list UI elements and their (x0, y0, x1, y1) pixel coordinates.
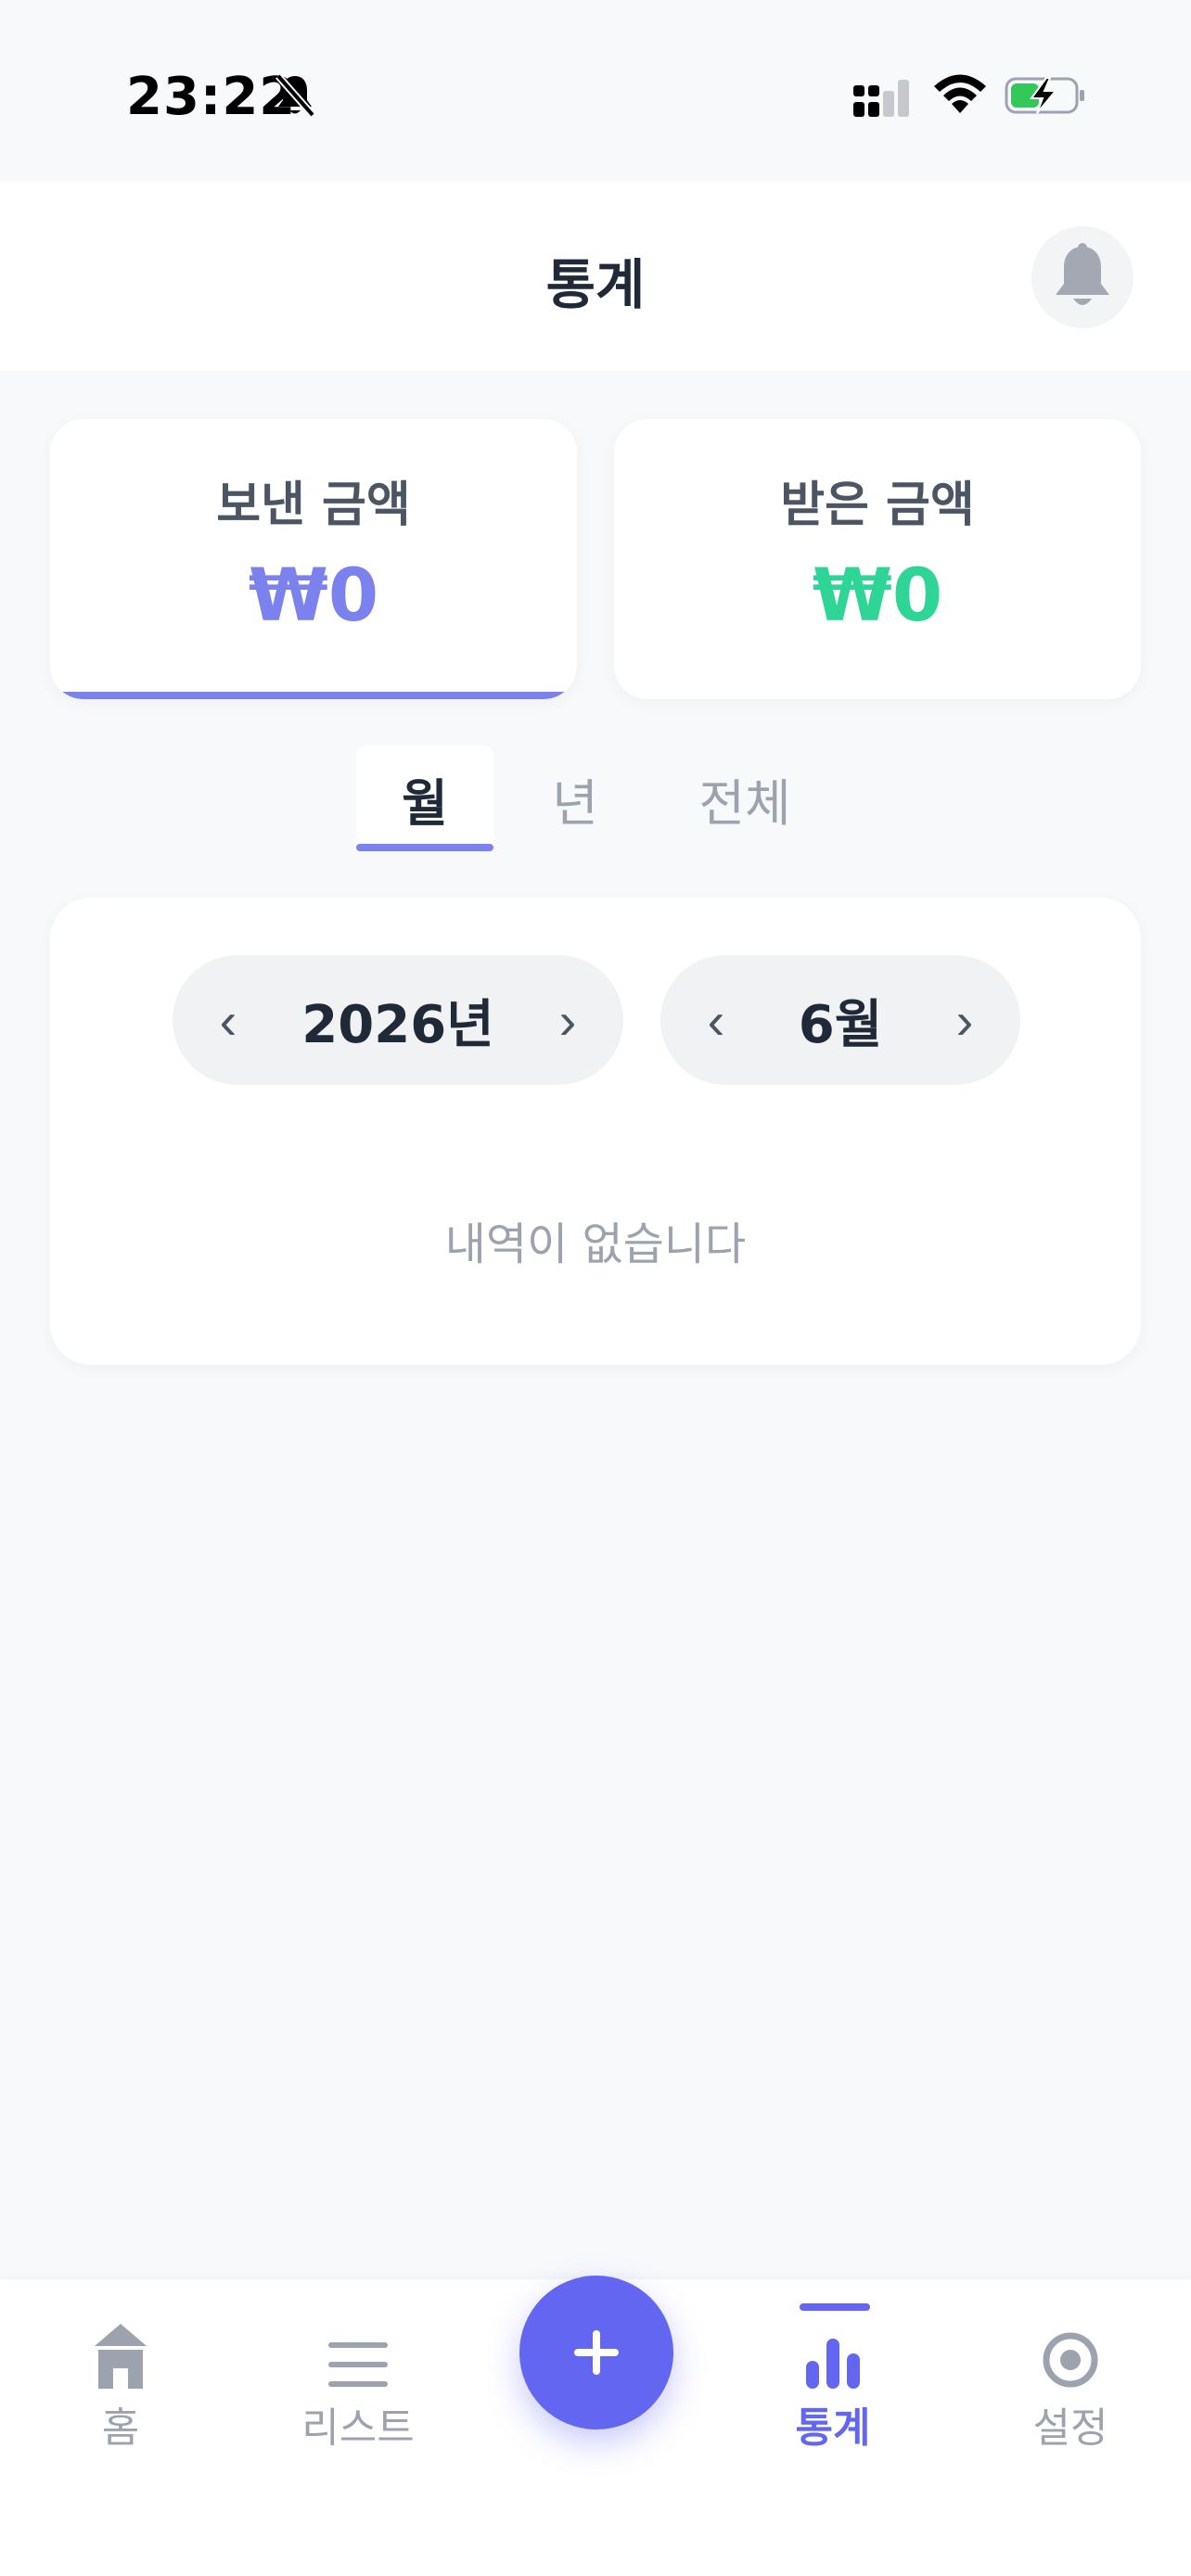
notification-button[interactable] (1031, 226, 1133, 328)
nav-item-home[interactable]: 홈 (28, 2318, 213, 2476)
sent-amount-value: ₩0 (248, 555, 379, 638)
nav-item-list[interactable]: 리스트 (265, 2318, 451, 2476)
bar-chart-icon (802, 2318, 864, 2389)
page-title: 통계 (545, 253, 646, 316)
bell-slash-icon (275, 73, 315, 118)
tab-all[interactable]: 전체 (657, 746, 833, 851)
settings-icon (1040, 2318, 1101, 2389)
bell-icon (1056, 243, 1109, 305)
add-button[interactable] (519, 2276, 673, 2429)
battery-charging-icon (1005, 77, 1084, 114)
sent-amount-card[interactable]: 보낸 금액 ₩0 (50, 419, 577, 699)
list-icon (327, 2318, 389, 2389)
nav-label-home: 홈 (101, 2404, 140, 2452)
sent-amount-label: 보낸 금액 (216, 478, 411, 533)
nav-item-stats[interactable]: 통계 (740, 2318, 926, 2476)
received-amount-card[interactable]: 받은 금액 ₩0 (614, 419, 1141, 699)
nav-active-indicator (800, 2303, 870, 2311)
received-amount-value: ₩0 (812, 555, 943, 638)
nav-label-settings: 설정 (1032, 2404, 1108, 2452)
empty-state-message: 내역이 없습니다 (444, 1218, 747, 1270)
nav-item-settings[interactable]: 설정 (978, 2318, 1163, 2476)
date-selector-card: ‹ 2026년 › ‹ 6월 › 내역이 없습니다 (50, 898, 1141, 1365)
home-icon (90, 2318, 151, 2389)
year-next-button[interactable]: › (521, 955, 614, 1085)
cellular-signal-icon (853, 80, 909, 117)
nav-label-list: 리스트 (301, 2404, 415, 2452)
month-next-button[interactable]: › (918, 955, 1011, 1085)
received-amount-label: 받은 금액 (780, 478, 975, 533)
tab-year[interactable]: 년 (493, 746, 657, 851)
status-bar: 23:22 (0, 0, 1191, 182)
period-tabs: 월 년 전체 (356, 746, 833, 851)
nav-label-stats: 통계 (795, 2404, 871, 2452)
plus-icon (574, 2330, 619, 2375)
month-stepper: ‹ 6월 › (660, 955, 1020, 1085)
status-time: 23:22 (126, 67, 297, 127)
wifi-icon (934, 74, 986, 113)
sent-card-active-indicator (50, 692, 577, 699)
header: 통계 (0, 182, 1191, 371)
year-stepper: ‹ 2026년 › (173, 955, 623, 1085)
tab-month[interactable]: 월 (356, 746, 493, 851)
